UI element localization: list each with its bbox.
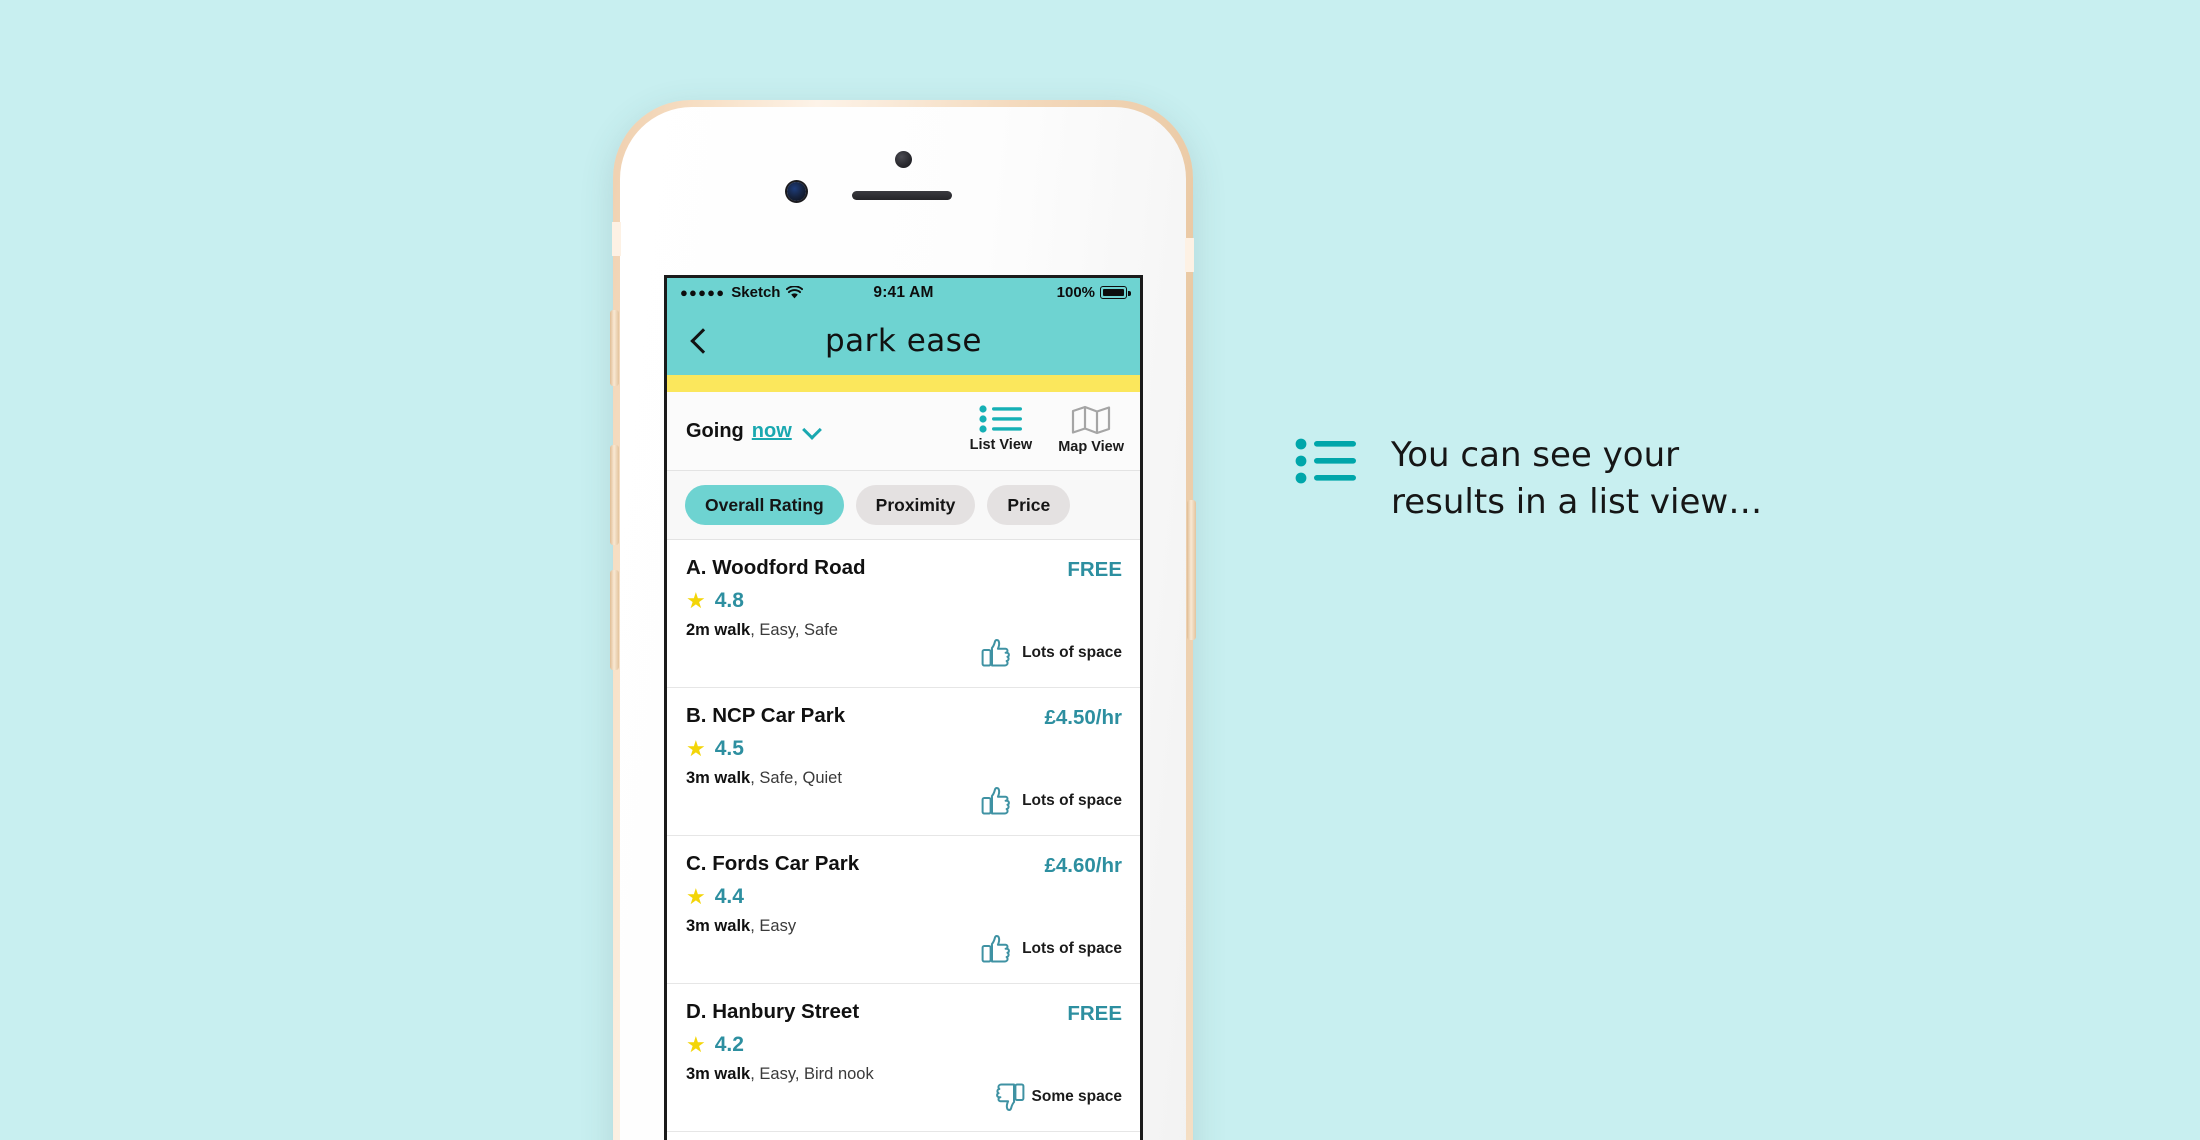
bezel-antenna-line-left [612, 222, 621, 256]
power-button[interactable] [1187, 500, 1196, 640]
result-tags: , Safe, Quiet [750, 769, 842, 787]
result-price: FREE [1067, 558, 1122, 581]
going-value[interactable]: now [752, 420, 792, 443]
phone-screen: ●●●●● Sketch 9:41 AM 100% park ease Goin… [664, 275, 1143, 1140]
volume-up-button[interactable] [610, 445, 619, 545]
filter-pill-price[interactable]: Price [987, 485, 1071, 525]
view-toggle-group: List View Map View [970, 405, 1124, 457]
map-view-icon [1071, 405, 1111, 435]
result-title: B. NCP Car Park [686, 704, 846, 727]
going-row: Going now List View Map View [667, 392, 1140, 471]
phone-mockup: ●●●●● Sketch 9:41 AM 100% park ease Goin… [610, 100, 1196, 1140]
result-rating: ★ 4.2 [686, 1033, 962, 1057]
list-view-label: List View [969, 437, 1033, 453]
list-item[interactable]: D. Hanbury Street ★ 4.2 3m walk, Easy, B… [667, 984, 1140, 1132]
space-label: Lots of space [1022, 940, 1122, 957]
list-item[interactable]: B. NCP Car Park ★ 4.5 3m walk, Safe, Qui… [667, 688, 1140, 836]
rating-value: 4.5 [714, 737, 744, 760]
list-view-icon [1295, 438, 1356, 484]
list-item[interactable]: C. Fords Car Park ★ 4.4 3m walk, Easy £4… [667, 836, 1140, 984]
space-label: Some space [1031, 1088, 1122, 1105]
annotation-line-2: results in a list view… [1391, 481, 1763, 522]
wifi-icon [786, 286, 804, 299]
filter-pill-group: Overall Rating Proximity Price [667, 471, 1140, 540]
annotation-callout: You can see your results in a list view… [1295, 432, 1762, 526]
result-meta: 3m walk, Safe, Quiet [686, 769, 962, 788]
battery-percent-label: 100% [1056, 284, 1096, 301]
front-camera-icon [895, 151, 912, 168]
rating-value: 4.8 [714, 589, 744, 612]
result-price: £4.60/hr [1044, 854, 1123, 877]
rating-value: 4.4 [714, 885, 744, 908]
results-list: A. Woodford Road ★ 4.8 2m walk, Easy, Sa… [667, 540, 1140, 1132]
earpiece-speaker [852, 191, 952, 200]
status-bar: ●●●●● Sketch 9:41 AM 100% [667, 278, 1140, 307]
result-title: A. Woodford Road [686, 556, 866, 579]
star-icon: ★ [686, 1032, 706, 1057]
list-view-button[interactable]: List View [969, 405, 1033, 453]
thumbs-up-icon [981, 787, 1010, 815]
annotation-line-1: You can see your [1391, 435, 1680, 475]
star-icon: ★ [686, 736, 706, 761]
annotation-text: You can see your results in a list view… [1391, 432, 1762, 526]
app-navbar: park ease [667, 307, 1140, 375]
result-rating: ★ 4.5 [686, 737, 962, 761]
back-chevron-icon[interactable] [685, 328, 711, 354]
result-title: C. Fords Car Park [686, 852, 860, 875]
result-title: D. Hanbury Street [686, 1000, 860, 1023]
page-title: park ease [824, 323, 983, 359]
result-meta: 3m walk, Easy [686, 917, 962, 936]
going-label: Going [686, 419, 744, 442]
star-icon: ★ [686, 884, 706, 909]
walk-time: 3m walk [686, 917, 751, 935]
signal-strength-icon: ●●●●● [680, 285, 726, 300]
thumbs-up-icon [981, 639, 1010, 667]
result-tags: , Easy, Bird nook [750, 1065, 874, 1083]
star-icon: ★ [686, 588, 706, 613]
yellow-accent-bar [667, 375, 1140, 392]
bezel-antenna-line-right [1185, 238, 1194, 272]
walk-time: 3m walk [686, 1065, 751, 1083]
map-view-label: Map View [1058, 439, 1124, 455]
mute-switch-button[interactable] [610, 310, 619, 386]
filter-pill-overall-rating[interactable]: Overall Rating [685, 485, 844, 525]
result-meta: 3m walk, Easy, Bird nook [686, 1065, 962, 1084]
result-price: FREE [1067, 1002, 1122, 1025]
volume-down-button[interactable] [610, 570, 619, 670]
rating-value: 4.2 [714, 1033, 744, 1056]
carrier-label: Sketch [731, 284, 781, 301]
result-meta: 2m walk, Easy, Safe [686, 621, 962, 640]
result-rating: ★ 4.8 [686, 589, 962, 613]
result-price: £4.50/hr [1044, 706, 1123, 729]
space-label: Lots of space [1022, 792, 1122, 809]
proximity-sensor-icon [787, 182, 806, 201]
result-tags: , Easy [750, 917, 797, 935]
going-selector[interactable]: Going now [686, 420, 970, 443]
clock-label: 9:41 AM [873, 283, 934, 301]
walk-time: 2m walk [686, 621, 751, 639]
battery-full-icon [1100, 286, 1131, 299]
map-view-button[interactable]: Map View [1058, 405, 1124, 455]
list-view-icon [979, 405, 1022, 433]
result-rating: ★ 4.4 [686, 885, 962, 909]
result-tags: , Easy, Safe [750, 621, 838, 639]
list-item[interactable]: A. Woodford Road ★ 4.8 2m walk, Easy, Sa… [667, 540, 1140, 688]
walk-time: 3m walk [686, 769, 751, 787]
filter-pill-proximity[interactable]: Proximity [855, 485, 976, 525]
thumbs-down-icon [995, 1083, 1024, 1111]
chevron-down-icon[interactable] [804, 423, 821, 440]
thumbs-up-icon [981, 935, 1010, 963]
space-label: Lots of space [1022, 644, 1122, 661]
